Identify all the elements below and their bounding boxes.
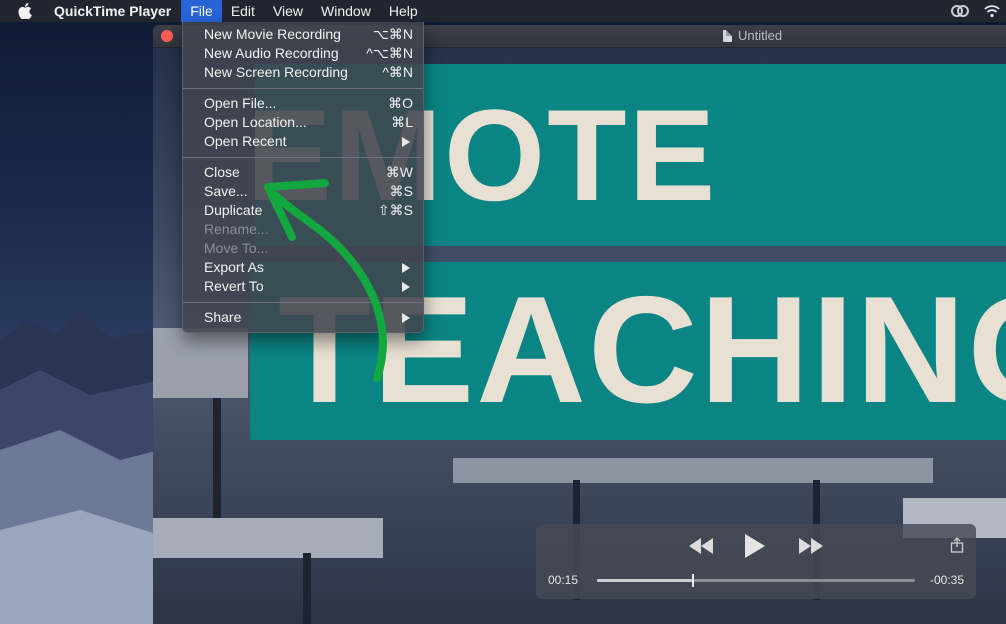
menu-item-save[interactable]: Save... ⌘S: [183, 182, 423, 201]
menu-item-label: Open Recent: [204, 133, 287, 149]
menu-item-shortcut: ⌥⌘N: [372, 26, 413, 42]
apple-icon: [18, 3, 32, 19]
submenu-arrow-icon: [402, 137, 410, 147]
menu-item-revert-to[interactable]: Revert To: [183, 277, 423, 296]
menu-item-label: Move To...: [204, 240, 269, 256]
desk-leg: [303, 553, 311, 624]
close-window-button[interactable]: [161, 30, 173, 42]
menu-item-label: Save...: [204, 183, 248, 199]
menu-item-duplicate[interactable]: Duplicate ⇧⌘S: [183, 201, 423, 220]
menu-item-shortcut: ⌘W: [385, 164, 413, 180]
desk-surface: [453, 458, 933, 483]
share-button[interactable]: [948, 536, 966, 554]
menu-item-new-movie-recording[interactable]: New Movie Recording ⌥⌘N: [183, 25, 423, 44]
play-button[interactable]: [742, 532, 768, 560]
menu-item-shortcut: ⇧⌘S: [377, 202, 413, 218]
menu-item-label: New Movie Recording: [204, 26, 341, 42]
fast-forward-button[interactable]: [796, 536, 826, 556]
elapsed-time: 00:15: [548, 573, 579, 587]
menu-item-new-screen-recording[interactable]: New Screen Recording ^⌘N: [183, 63, 423, 82]
apple-menu[interactable]: [14, 3, 36, 19]
submenu-arrow-icon: [402, 313, 410, 323]
submenu-arrow-icon: [402, 263, 410, 273]
menu-item-label: New Audio Recording: [204, 45, 339, 61]
menu-file[interactable]: File: [181, 0, 222, 22]
menu-item-label: Close: [204, 164, 240, 180]
menu-item-label: New Screen Recording: [204, 64, 348, 80]
menu-item-rename: Rename...: [183, 220, 423, 239]
menu-separator: [183, 302, 423, 303]
menu-item-label: Open Location...: [204, 114, 307, 130]
desk-surface: [153, 328, 248, 398]
menu-item-shortcut: ^⌥⌘N: [366, 45, 413, 61]
playback-controls: 00:15 -00:35: [536, 524, 976, 599]
menu-bar: QuickTime Player File Edit View Window H…: [0, 0, 1006, 22]
window-title: Untitled: [723, 28, 782, 43]
menu-item-label: Share: [204, 309, 242, 325]
scrubber-track[interactable]: [597, 574, 915, 587]
menu-item-label: Open File...: [204, 95, 277, 111]
creative-cloud-icon[interactable]: [950, 4, 970, 18]
menu-item-export-as[interactable]: Export As: [183, 258, 423, 277]
menu-item-open-recent[interactable]: Open Recent: [183, 132, 423, 151]
wifi-icon[interactable]: [984, 4, 1000, 18]
desk-surface: [153, 518, 383, 558]
menu-item-label: Duplicate: [204, 202, 263, 218]
menu-window[interactable]: Window: [312, 0, 380, 22]
app-name[interactable]: QuickTime Player: [54, 3, 171, 19]
menu-item-shortcut: ⌘O: [388, 95, 413, 111]
remaining-time: -00:35: [929, 573, 964, 587]
menu-item-close[interactable]: Close ⌘W: [183, 163, 423, 182]
menu-item-open-file[interactable]: Open File... ⌘O: [183, 94, 423, 113]
menu-help[interactable]: Help: [380, 0, 427, 22]
menu-item-shortcut: ⌘S: [389, 183, 413, 199]
menu-item-label: Rename...: [204, 221, 269, 237]
menu-item-open-location[interactable]: Open Location... ⌘L: [183, 113, 423, 132]
submenu-arrow-icon: [402, 282, 410, 292]
menu-view[interactable]: View: [264, 0, 312, 22]
share-icon: [950, 537, 964, 553]
menu-item-label: Export As: [204, 259, 264, 275]
scrubber-playhead[interactable]: [692, 574, 695, 587]
rewind-button[interactable]: [686, 536, 716, 556]
menu-edit[interactable]: Edit: [222, 0, 264, 22]
file-menu-dropdown: New Movie Recording ⌥⌘N New Audio Record…: [182, 22, 424, 333]
menu-separator: [183, 157, 423, 158]
window-title-text: Untitled: [738, 28, 783, 43]
menu-separator: [183, 88, 423, 89]
mountains-illustration: [0, 310, 160, 624]
status-area: [950, 0, 1006, 22]
menu-item-new-audio-recording[interactable]: New Audio Recording ^⌥⌘N: [183, 44, 423, 63]
scrubber-progress: [597, 579, 693, 582]
document-icon: [723, 29, 732, 42]
play-icon: [745, 534, 765, 558]
desk-leg: [213, 398, 221, 538]
menu-item-share[interactable]: Share: [183, 308, 423, 327]
rewind-icon: [689, 538, 713, 554]
menu-item-label: Revert To: [204, 278, 264, 294]
menu-item-shortcut: ⌘L: [391, 114, 413, 130]
menu-item-move-to: Move To...: [183, 239, 423, 258]
fast-forward-icon: [799, 538, 823, 554]
menu-item-shortcut: ^⌘N: [382, 64, 413, 80]
